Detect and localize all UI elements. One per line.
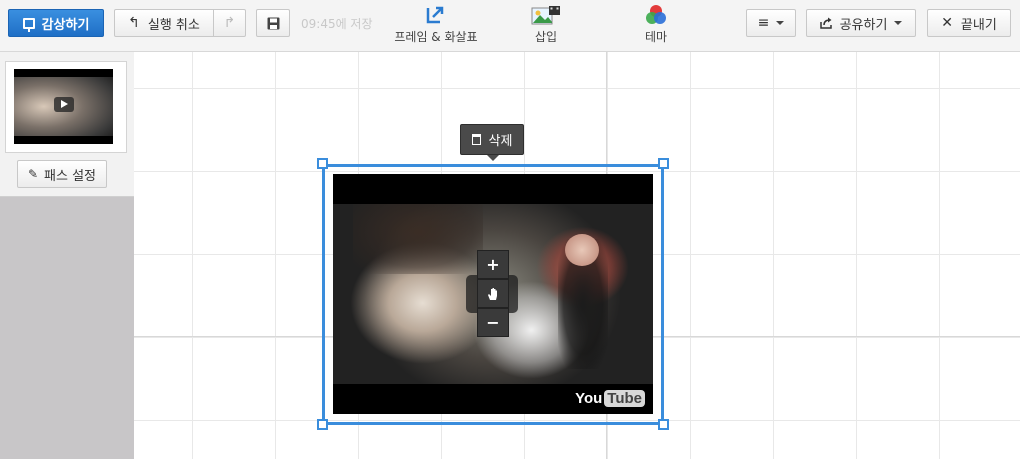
resize-handle-top-left[interactable] [317,158,328,169]
undo-button[interactable]: ↰ 실행 취소 [114,9,214,37]
redo-button[interactable]: ↱ [213,9,246,37]
insert-label: 삽입 [534,30,558,44]
edit-path-label: 패스 설정 [44,168,97,184]
zoom-out-icon: − [486,313,500,332]
theme-label: 테마 [644,30,668,44]
close-icon: ✕ [941,15,953,31]
insert-icon [531,6,560,25]
path-panel: ✎ 패스 설정 [0,52,134,197]
zoom-in-icon: + [486,255,500,274]
hand-icon [488,287,497,300]
sidebar: ✎ 패스 설정 [0,52,134,459]
resize-handle-bottom-right[interactable] [658,419,669,430]
theme-tool[interactable]: 테마 [638,4,674,45]
share-icon [819,17,832,29]
exit-button[interactable]: ✕ 끝내기 [927,9,1011,37]
redo-icon: ↱ [223,15,236,31]
share-button-label: 공유하기 [839,17,888,33]
delete-label: 삭제 [488,134,513,149]
trash-icon [471,134,481,145]
pencil-icon: ✎ [27,167,39,181]
present-button-label: 감상하기 [41,17,90,33]
zoom-in-button[interactable]: + [477,250,509,279]
resize-handle-bottom-left[interactable] [317,419,328,430]
edit-path-button[interactable]: ✎ 패스 설정 [17,160,107,188]
insert-tool[interactable]: 삽입 [528,4,564,45]
frames-arrows-label: 프레임 & 화살표 [394,30,478,44]
youtube-logo: You Tube [575,390,645,407]
zoom-out-button[interactable]: − [477,308,509,337]
share-button[interactable]: 공유하기 [806,9,916,37]
save-icon [267,17,279,29]
chevron-down-icon [776,21,785,25]
menu-icon: ≡ [757,15,770,31]
frames-arrows-tool[interactable]: 프레임 & 화살표 [394,4,478,45]
delete-button[interactable]: 삭제 [460,124,524,161]
path-thumbnail[interactable] [5,61,127,153]
frames-arrows-icon [426,6,444,24]
play-icon [54,97,74,112]
present-button[interactable]: 감상하기 [8,9,104,37]
toolbar: 감상하기 ↰ 실행 취소 ↱ 09:45에 저장 프레임 & 화살표 삽입 테마… [0,0,1020,52]
thumbnail-preview [14,69,113,144]
exit-button-label: 끝내기 [960,17,997,33]
pan-button[interactable] [477,279,509,308]
menu-button[interactable]: ≡ [746,9,796,37]
undo-button-label: 실행 취소 [147,17,200,33]
present-icon [22,17,35,32]
save-button[interactable] [256,9,290,37]
theme-icon [646,5,666,24]
save-status: 09:45에 저장 [301,17,373,31]
resize-handle-top-right[interactable] [658,158,669,169]
undo-icon: ↰ [128,15,140,31]
chevron-down-icon [894,21,903,25]
